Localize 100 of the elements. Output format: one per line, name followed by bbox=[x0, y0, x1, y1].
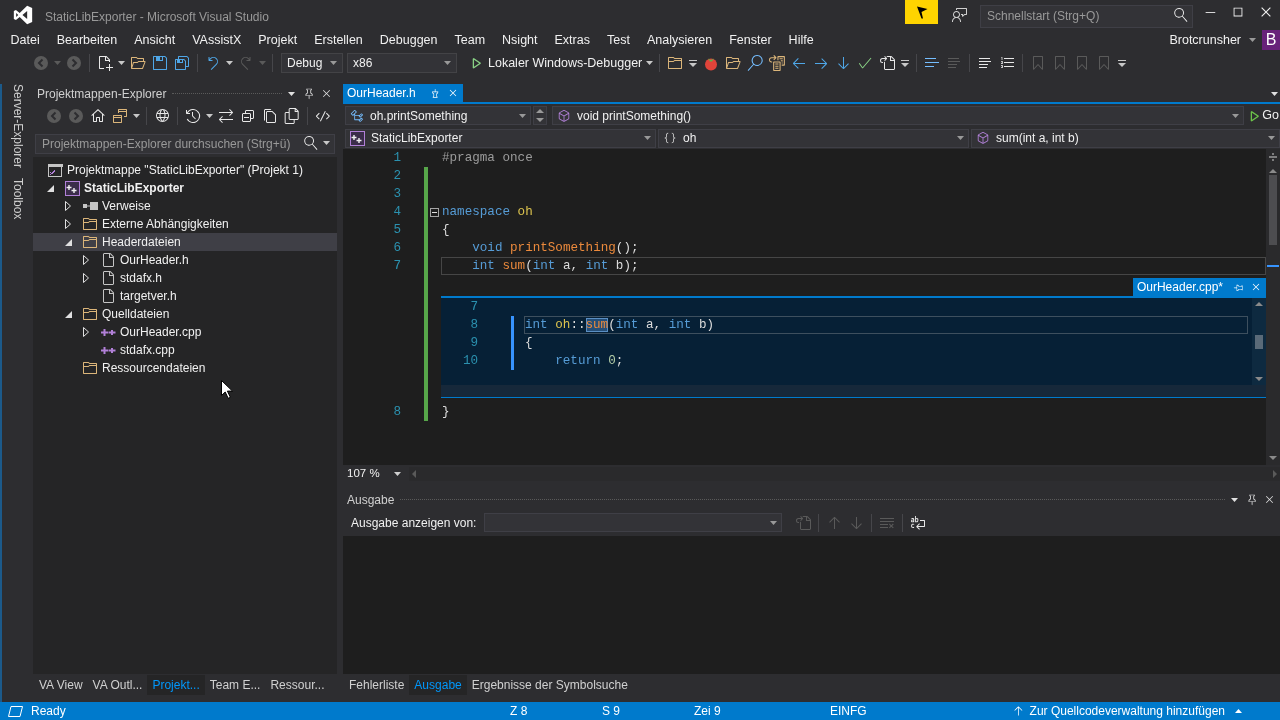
app-logo-icon[interactable] bbox=[13, 5, 33, 25]
caret-icon[interactable] bbox=[226, 61, 233, 65]
dropdown[interactable]: sum(int a, int b) bbox=[971, 128, 1280, 148]
tab[interactable]: Ressour... bbox=[265, 675, 330, 695]
feedback-icon[interactable] bbox=[952, 7, 968, 23]
source-control-button[interactable]: Zur Quellcodeverwaltung hinzufügen bbox=[1011, 702, 1242, 720]
tab[interactable]: VA Outl... bbox=[87, 675, 148, 695]
close-icon[interactable] bbox=[1263, 493, 1276, 506]
caret-icon[interactable] bbox=[1232, 113, 1240, 118]
caret-icon[interactable] bbox=[1249, 38, 1256, 42]
flag-icon[interactable] bbox=[905, 0, 938, 24]
caret-icon[interactable] bbox=[646, 61, 654, 65]
scroll-down-arrow-icon[interactable] bbox=[1269, 456, 1277, 460]
globe-icon[interactable] bbox=[154, 108, 170, 124]
hierarchy-icon[interactable] bbox=[350, 108, 364, 123]
windows-icon[interactable] bbox=[112, 108, 128, 124]
menu-item[interactable]: Team bbox=[446, 30, 494, 50]
dropdown[interactable]: oh.printSomething bbox=[345, 106, 531, 125]
pin-icon[interactable] bbox=[1246, 493, 1259, 506]
check-icon[interactable] bbox=[857, 55, 874, 71]
tree-item[interactable]: Projektmappe "StaticLibExporter" (Projekt 1) bbox=[33, 161, 337, 179]
open-folder-icon[interactable] bbox=[725, 55, 742, 71]
menu-item[interactable]: Nsight bbox=[493, 30, 546, 50]
side-tab[interactable]: Toolbox bbox=[7, 178, 28, 220]
collapsed-arrow-icon[interactable] bbox=[65, 201, 71, 211]
tree-item[interactable]: OurHeader.h bbox=[33, 251, 337, 269]
tree-item[interactable]: stdafx.h bbox=[33, 269, 337, 287]
pin-icon[interactable] bbox=[303, 87, 316, 100]
save-icon[interactable] bbox=[152, 55, 168, 71]
caret-up-icon[interactable] bbox=[536, 109, 544, 114]
zoom-dropdown[interactable]: 107 % bbox=[343, 465, 405, 482]
caret-icon[interactable] bbox=[1271, 92, 1278, 96]
close-icon[interactable] bbox=[1259, 5, 1273, 19]
new-file-icon[interactable] bbox=[97, 55, 113, 71]
tree-item[interactable]: Headerdateien bbox=[33, 233, 337, 251]
scroll-up-arrow-icon[interactable] bbox=[1255, 302, 1263, 306]
menu-item[interactable]: Extras bbox=[546, 30, 599, 50]
caret-icon[interactable] bbox=[394, 471, 401, 476]
splitter-icon[interactable] bbox=[1269, 153, 1277, 161]
tree-item[interactable]: StaticLibExporter bbox=[33, 179, 337, 197]
folder-icon[interactable] bbox=[667, 55, 684, 71]
swap-arrows-icon[interactable] bbox=[218, 108, 234, 124]
caret-icon[interactable] bbox=[133, 114, 140, 118]
menu-item[interactable]: Erstellen bbox=[305, 30, 372, 50]
expanded-arrow-icon[interactable] bbox=[65, 238, 72, 246]
caret-icon[interactable] bbox=[957, 136, 964, 140]
search-field[interactable]: Projektmappen-Explorer durchsuchen (Strg+ü) bbox=[35, 134, 335, 154]
caret-icon[interactable] bbox=[323, 141, 330, 145]
overflow-icon[interactable] bbox=[689, 59, 698, 67]
collapsed-arrow-icon[interactable] bbox=[65, 219, 71, 229]
tree-item[interactable]: stdafx.cpp bbox=[33, 341, 337, 359]
vertical-scrollbar[interactable] bbox=[1252, 298, 1266, 385]
list-ordered-icon[interactable] bbox=[999, 55, 1016, 71]
close-icon[interactable] bbox=[320, 87, 333, 100]
tree-item[interactable]: Verweise bbox=[33, 197, 337, 215]
tree-item[interactable]: Ressourcendateien bbox=[33, 359, 337, 377]
code-icon[interactable] bbox=[315, 108, 331, 124]
caret-icon[interactable] bbox=[206, 114, 213, 118]
caret-icon[interactable] bbox=[644, 136, 651, 140]
tab[interactable]: Team E... bbox=[204, 675, 266, 695]
dropdown[interactable]: oh bbox=[658, 128, 969, 148]
menu-item[interactable]: Bearbeiten bbox=[48, 30, 126, 50]
tab[interactable]: VA View bbox=[34, 675, 88, 695]
search-icon[interactable] bbox=[1174, 8, 1188, 23]
collapsed-arrow-icon[interactable] bbox=[83, 255, 89, 265]
caret-down-icon[interactable] bbox=[536, 117, 544, 122]
scrollbar-thumb[interactable] bbox=[1255, 334, 1263, 349]
menu-item[interactable]: Hilfe bbox=[780, 30, 823, 50]
word-wrap-icon[interactable] bbox=[910, 514, 927, 531]
tab[interactable]: Ergebnisse der Symbolsuche bbox=[466, 675, 633, 695]
menu-item[interactable]: Fenster bbox=[720, 30, 781, 50]
scroll-up-arrow-icon[interactable] bbox=[1269, 169, 1277, 173]
dropdown[interactable]: Debug bbox=[281, 53, 343, 73]
caret-icon[interactable] bbox=[288, 91, 295, 96]
dropdown[interactable]: x86 bbox=[347, 53, 457, 73]
pin-icon[interactable] bbox=[429, 87, 441, 99]
vertical-scrollbar[interactable] bbox=[1266, 149, 1280, 465]
caret-icon[interactable] bbox=[330, 61, 337, 65]
caret-icon[interactable] bbox=[444, 61, 451, 65]
expanded-arrow-icon[interactable] bbox=[65, 310, 72, 318]
menu-item[interactable]: Test bbox=[598, 30, 639, 50]
tree-item[interactable]: Externe Abhängigkeiten bbox=[33, 215, 337, 233]
go-button[interactable]: Go bbox=[1246, 106, 1280, 125]
avatar[interactable]: B bbox=[1262, 30, 1280, 50]
caret-icon[interactable] bbox=[118, 61, 125, 65]
dropdown[interactable]: StaticLibExporter bbox=[345, 128, 656, 148]
menu-item[interactable]: Analysieren bbox=[638, 30, 721, 50]
start-button[interactable]: Lokaler Windows-Debugger bbox=[467, 52, 645, 74]
collapse-box-icon[interactable] bbox=[430, 207, 439, 217]
scrollbar-thumb[interactable] bbox=[1269, 175, 1277, 245]
maximize-icon[interactable] bbox=[1231, 5, 1245, 19]
collapsed-arrow-icon[interactable] bbox=[83, 273, 89, 283]
menu-item[interactable]: Ansicht bbox=[125, 30, 184, 50]
side-tab[interactable]: Server-Explorer bbox=[7, 84, 28, 169]
menu-item[interactable]: VAssistX bbox=[183, 30, 250, 50]
search-icon[interactable] bbox=[304, 136, 318, 150]
tab[interactable]: Fehlerliste bbox=[344, 675, 410, 695]
tree-item[interactable]: Quelldateien bbox=[33, 305, 337, 323]
files-icon[interactable] bbox=[284, 108, 300, 124]
search-icon[interactable] bbox=[747, 55, 764, 71]
